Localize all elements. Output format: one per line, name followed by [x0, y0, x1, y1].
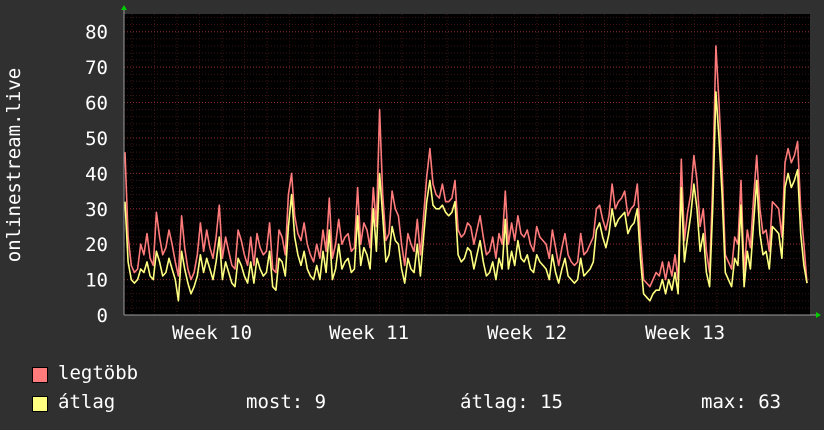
y-tick-label: 80	[85, 22, 108, 44]
y-tick-label: 0	[97, 305, 108, 327]
plot-area	[124, 14, 810, 315]
stat-average: átlag: 15	[460, 391, 563, 413]
stat-now: most: 9	[246, 391, 327, 413]
x-tick-label: Week 10	[172, 322, 252, 344]
y-tick-label: 20	[85, 234, 108, 256]
y-tick-label: 30	[85, 199, 108, 221]
stat-max: max: 63	[701, 391, 782, 413]
y-axis-label: onlinestream.live	[3, 67, 25, 263]
y-tick-label: 70	[85, 57, 108, 79]
x-tick-label: Week 11	[329, 322, 409, 344]
legend-label-max: legtöbb	[58, 362, 139, 384]
x-tick-label: Week 12	[487, 322, 567, 344]
y-tick-label: 60	[85, 93, 108, 115]
legend-swatch-avg	[32, 396, 48, 412]
legend-label-avg: átlag	[58, 391, 116, 413]
legend-swatch-max	[32, 367, 48, 383]
y-tick-label: 10	[85, 270, 108, 292]
y-tick-label: 50	[85, 128, 108, 150]
y-tick-label: 40	[85, 163, 108, 185]
x-tick-label: Week 13	[645, 322, 725, 344]
x-axis-arrow-icon	[816, 312, 821, 318]
y-axis-arrow-icon	[121, 5, 127, 10]
